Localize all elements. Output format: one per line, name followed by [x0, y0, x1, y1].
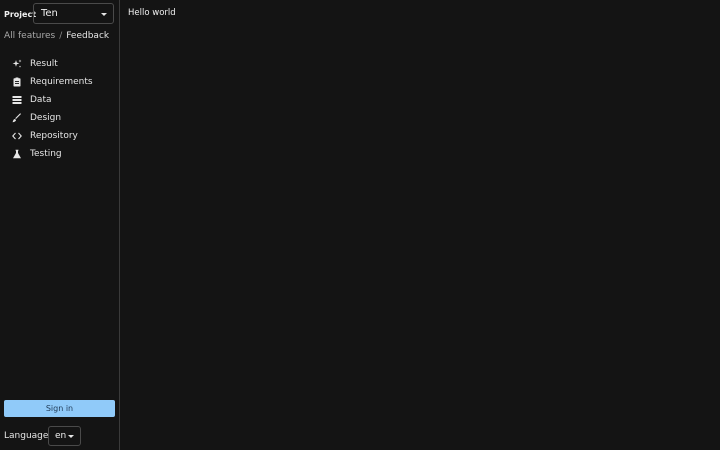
nav-item-label: Testing: [30, 149, 62, 159]
nav-item-testing[interactable]: Testing: [0, 145, 119, 163]
language-dropdown-value: en: [55, 431, 67, 441]
nav-item-repository[interactable]: Repository: [0, 127, 119, 145]
sidebar: Project Ten All features / Feedback Resu…: [0, 0, 120, 450]
breadcrumb-all-features[interactable]: All features: [4, 31, 55, 41]
breadcrumb-separator: /: [59, 31, 63, 41]
clipboard-icon: [12, 77, 22, 87]
sparkle-icon: [12, 59, 22, 69]
main-text: Hello world: [128, 8, 176, 18]
nav-item-data[interactable]: Data: [0, 91, 119, 109]
nav-item-requirements[interactable]: Requirements: [0, 73, 119, 91]
nav-item-label: Design: [30, 113, 62, 123]
project-label: Project: [4, 9, 37, 19]
language-row: Language en: [4, 426, 81, 446]
nav-item-label: Data: [30, 95, 52, 105]
caret-down-icon: [68, 435, 74, 438]
breadcrumb-current: Feedback: [66, 31, 110, 41]
caret-down-icon: [101, 13, 107, 16]
nav-item-label: Requirements: [30, 77, 93, 87]
list-icon: [12, 95, 22, 105]
nav-item-label: Repository: [30, 131, 78, 141]
language-label: Language: [4, 431, 49, 441]
flask-icon: [12, 149, 22, 159]
feature-nav: Result Requirements Data Design Reposito…: [0, 55, 119, 163]
main-content: Hello world: [120, 0, 720, 450]
breadcrumb: All features / Feedback: [4, 31, 109, 41]
code-icon: [12, 131, 22, 141]
nav-item-label: Result: [30, 59, 58, 69]
nav-item-result[interactable]: Result: [0, 55, 119, 73]
project-dropdown[interactable]: Ten: [33, 3, 114, 24]
sign-in-button[interactable]: Sign in: [4, 400, 115, 417]
nav-item-design[interactable]: Design: [0, 109, 119, 127]
project-dropdown-value: Ten: [41, 8, 58, 19]
project-selector-row: Project Ten: [4, 3, 116, 25]
language-dropdown[interactable]: en: [48, 426, 81, 446]
brush-icon: [12, 113, 22, 123]
